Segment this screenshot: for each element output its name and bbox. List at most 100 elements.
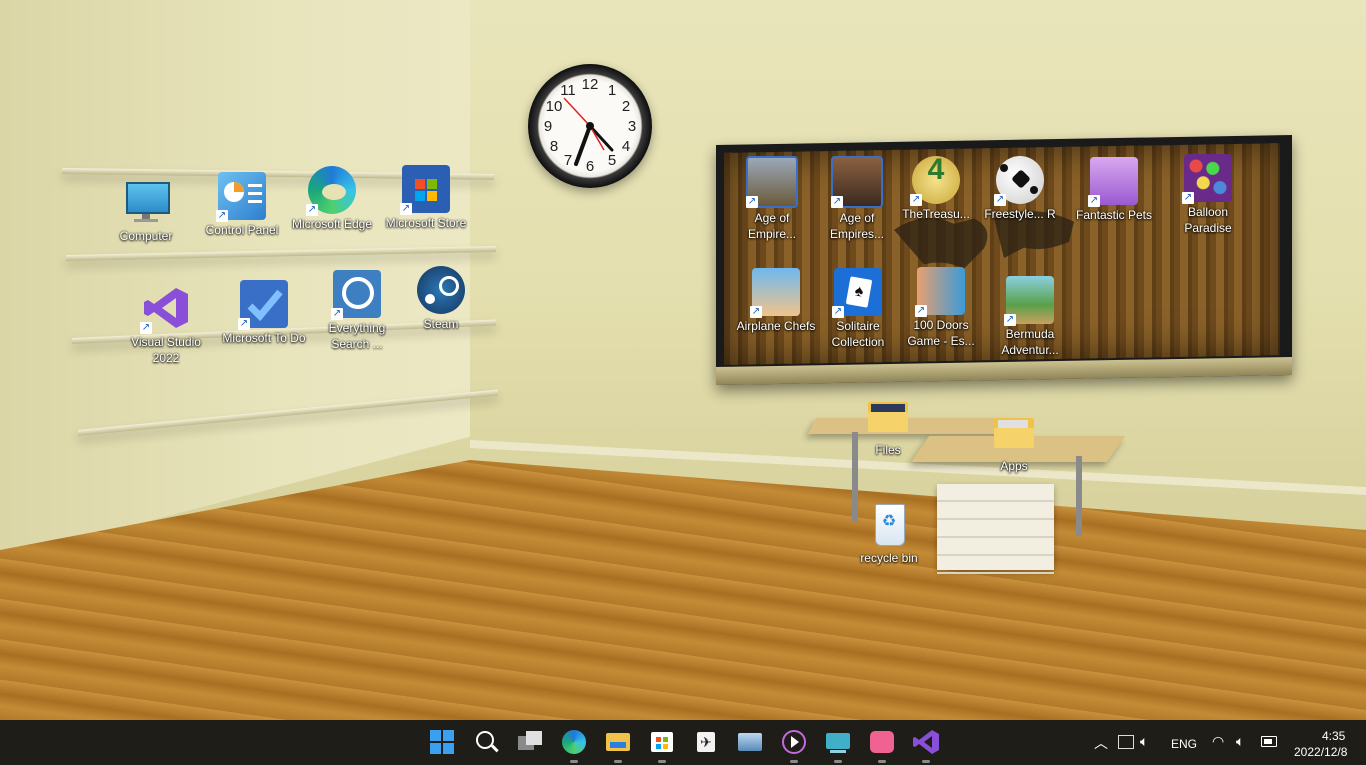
shortcut-arrow-icon: ↗ xyxy=(746,196,758,208)
desktop-icon-visual-studio[interactable]: ↗ Visual Studio 2022 xyxy=(123,284,209,366)
desktop-icon-label: Age of Empire... xyxy=(747,211,796,241)
taskbar-media-player-button[interactable] xyxy=(780,728,808,763)
desk-drawer-unit xyxy=(937,484,1054,574)
desktop-icon-label: Fantastic Pets xyxy=(1075,208,1153,222)
desktop-icon-freestyle[interactable]: ↗ Freestyle... R xyxy=(977,156,1063,222)
shortcut-arrow-icon: ↗ xyxy=(140,322,152,334)
shortcut-arrow-icon: ↗ xyxy=(750,306,762,318)
running-indicator xyxy=(878,760,886,763)
task-view-button[interactable] xyxy=(516,728,544,756)
visual-studio-icon xyxy=(913,730,939,754)
monitor-icon xyxy=(122,178,170,226)
desktop-icon-label: Airplane Chefs xyxy=(736,319,816,333)
desktop-icon-microsoft-edge[interactable]: ↗ Microsoft Edge xyxy=(289,166,375,232)
desktop-icon-bermuda[interactable]: ↗ Bermuda Adventur... xyxy=(987,276,1073,358)
desktop-icon-label: recycle bin xyxy=(860,551,918,565)
chevron-up-icon: ︿ xyxy=(1094,735,1108,751)
running-indicator xyxy=(790,760,798,763)
shortcut-arrow-icon: ↗ xyxy=(1004,314,1016,326)
desktop-icon-label: Control Panel xyxy=(205,223,279,237)
start-icon xyxy=(430,730,454,754)
taskbar-search-button[interactable] xyxy=(472,728,500,756)
taskbar-photo-app-button[interactable] xyxy=(736,728,764,756)
tray-app-icon[interactable] xyxy=(1118,735,1134,749)
desktop-icon-computer[interactable]: Computer xyxy=(103,178,189,244)
battery-icon[interactable] xyxy=(1261,736,1277,747)
desktop-icon-label: Microsoft Edge xyxy=(291,217,373,231)
desktop-icon-microsoft-store[interactable]: ↗ Microsoft Store xyxy=(383,165,469,231)
edge-icon xyxy=(562,730,586,754)
desktop-icon-apps-folder[interactable]: Apps xyxy=(971,408,1057,474)
taskbar-visual-studio-button[interactable] xyxy=(912,728,940,763)
running-indicator xyxy=(834,760,842,763)
taskbar-edge-button[interactable] xyxy=(560,728,588,763)
photo-app-icon xyxy=(738,733,762,751)
treasure-icon: 4 ↗ xyxy=(910,155,960,206)
solitaire-icon: ♠ ↗ xyxy=(832,268,882,318)
taskbar-file-explorer-button[interactable] xyxy=(604,728,632,763)
desktop-icon-label: Microsoft To Do xyxy=(222,331,306,345)
terminal-icon xyxy=(826,733,850,749)
desk-leg xyxy=(1076,456,1082,536)
desktop-icon-airplane-chefs[interactable]: ↗ Airplane Chefs xyxy=(733,268,819,334)
taskbar-store-button[interactable] xyxy=(648,728,676,763)
desktop-icon-microsoft-to-do[interactable]: ↗ Microsoft To Do xyxy=(221,280,307,346)
desktop-icon-label: Freestyle... R xyxy=(984,207,1056,221)
bilibili-icon xyxy=(870,731,894,753)
desktop-icon-treasure[interactable]: 4 ↗ TheTreasu... xyxy=(893,155,979,222)
start-button[interactable] xyxy=(428,728,456,756)
desktop-icon-100-doors[interactable]: ↗ 100 Doors Game - Es... xyxy=(898,267,984,349)
desktop-icon-label: Steam xyxy=(423,317,459,331)
desktop-icon-solitaire[interactable]: ♠ ↗ Solitaire Collection xyxy=(815,268,901,350)
clock-date[interactable]: 2022/12/8 xyxy=(1294,745,1347,759)
desktop-icon-steam[interactable]: Steam xyxy=(398,266,484,332)
taskbar-rocket-app-button[interactable]: ✈ xyxy=(692,728,720,756)
desktop-icon-age-of-empires-2[interactable]: ↗ Age of Empires... xyxy=(814,156,900,242)
desktop-icon-everything-search[interactable]: ↗ Everything Search ... xyxy=(314,270,400,352)
desktop-icon-files-folder[interactable]: Files xyxy=(845,392,931,458)
desktop-icon-age-of-empires[interactable]: ↗ Age of Empire... xyxy=(729,156,815,242)
network-icon[interactable]: ◠ xyxy=(1212,733,1224,750)
taskbar-bilibili-button[interactable] xyxy=(868,728,896,763)
edge-icon: ↗ xyxy=(306,166,356,216)
clock-time[interactable]: 4:35 xyxy=(1322,729,1345,743)
speaker-icon: 🔈︎ xyxy=(1140,733,1149,749)
desktop-icon-label: Everything Search ... xyxy=(328,321,386,351)
shortcut-arrow-icon: ↗ xyxy=(331,308,343,320)
show-hidden-icons-button[interactable]: ︿ xyxy=(1094,733,1108,753)
volume-icon[interactable]: 🔈︎ xyxy=(1236,733,1244,750)
desktop-icon-fantastic-pets[interactable]: ↗ Fantastic Pets xyxy=(1071,157,1157,223)
language-indicator[interactable]: ENG xyxy=(1171,737,1197,751)
recycle-bin-icon: ♻ xyxy=(865,500,913,548)
todo-icon: ↗ xyxy=(238,280,288,330)
shortcut-arrow-icon: ↗ xyxy=(238,318,250,330)
taskbar-terminal-button[interactable] xyxy=(824,728,852,763)
desktop-icon-balloon-paradise[interactable]: ↗ Balloon Paradise xyxy=(1165,154,1251,236)
running-indicator xyxy=(570,760,578,763)
shortcut-arrow-icon: ↗ xyxy=(1182,192,1194,204)
everything-search-icon: ↗ xyxy=(331,270,381,320)
desktop-icon-control-panel[interactable]: ↗ Control Panel xyxy=(199,172,285,238)
taskbar: ✈ ︿ 🔈︎ ENG ◠ 🔈︎ 4:35 2022/12/8 xyxy=(0,720,1366,765)
desktop-icon-label: 100 Doors Game - Es... xyxy=(907,318,975,348)
shortcut-arrow-icon: ↗ xyxy=(306,204,318,216)
store-icon xyxy=(651,732,673,752)
desktop-icon-label: Files xyxy=(875,443,901,457)
rocket-app-icon: ✈ xyxy=(697,732,715,752)
clock-hands xyxy=(563,97,614,166)
running-indicator xyxy=(614,760,622,763)
clock-gadget: 12 1 2 3 4 5 6 7 8 9 10 11 xyxy=(528,64,652,188)
folder-icon xyxy=(990,408,1038,456)
speaker-icon: 🔈︎ xyxy=(1236,733,1245,749)
shortcut-arrow-icon: ↗ xyxy=(832,306,844,318)
visual-studio-icon: ↗ xyxy=(140,284,190,334)
tray-volume-icon[interactable]: 🔈︎ xyxy=(1140,733,1148,750)
desktop-icon-label: Visual Studio 2022 xyxy=(131,335,201,365)
shortcut-arrow-icon: ↗ xyxy=(1088,195,1100,207)
folder-icon xyxy=(864,392,912,440)
control-panel-icon: ↗ xyxy=(216,172,266,222)
pet-icon: ↗ xyxy=(1088,157,1138,207)
shortcut-arrow-icon: ↗ xyxy=(400,203,412,215)
desktop-icon-label: Solitaire Collection xyxy=(831,319,885,349)
desktop-icon-recycle-bin[interactable]: ♻ recycle bin xyxy=(846,500,932,566)
